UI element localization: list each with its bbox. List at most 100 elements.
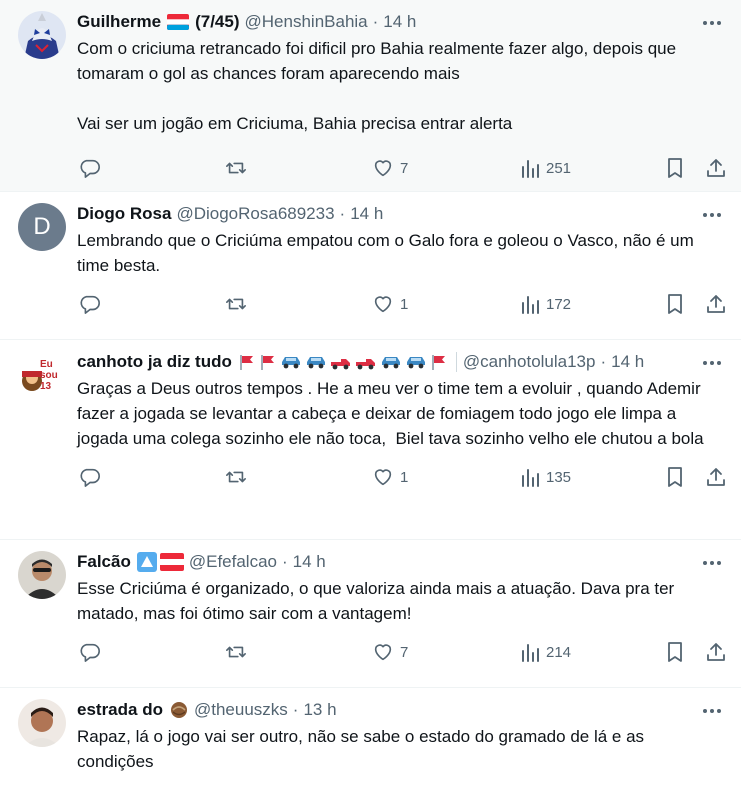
more-options-icon[interactable] bbox=[701, 204, 723, 226]
timestamp[interactable]: 14 h bbox=[350, 202, 383, 226]
flag-emoji bbox=[167, 14, 190, 30]
share-button[interactable] bbox=[705, 641, 727, 663]
views-button[interactable]: 214 bbox=[520, 641, 571, 663]
blue-car-icon bbox=[406, 357, 425, 369]
views-count: 251 bbox=[546, 159, 572, 177]
display-name[interactable]: estrada do bbox=[77, 698, 163, 722]
display-name[interactable]: Guilherme bbox=[77, 10, 161, 34]
coconut-icon bbox=[169, 700, 189, 720]
red-truck-icon bbox=[355, 359, 375, 370]
views-count: 135 bbox=[546, 468, 572, 486]
action-bar: 1 172 bbox=[79, 278, 725, 330]
bookmark-button[interactable] bbox=[665, 157, 685, 179]
more-options-icon[interactable] bbox=[701, 12, 723, 34]
handle[interactable]: @HenshinBahia bbox=[245, 10, 368, 34]
tweet[interactable]: Falcão @Efefalcao · 14 h Esse Criciúma é… bbox=[0, 540, 741, 688]
like-button[interactable]: 1 bbox=[372, 293, 408, 315]
reply-icon bbox=[80, 295, 100, 314]
retweet-button[interactable] bbox=[224, 641, 248, 663]
timestamp[interactable]: 14 h bbox=[383, 10, 416, 34]
name-emojis bbox=[238, 353, 448, 371]
tweet[interactable]: estrada do @theuuszks · 13 h Rapaz, lá o… bbox=[0, 688, 741, 788]
separator: · bbox=[600, 352, 607, 371]
avatar-letter: D bbox=[33, 213, 51, 240]
reply-icon bbox=[80, 643, 100, 662]
tweet-header: Diogo Rosa @DiogoRosa689233 · 14 h bbox=[77, 202, 725, 226]
bookmark-icon bbox=[668, 467, 682, 487]
share-button[interactable] bbox=[705, 157, 727, 179]
action-bar: 1 135 bbox=[79, 451, 725, 503]
separator: · bbox=[372, 12, 379, 31]
tweet-text: Rapaz, lá o jogo vai ser outro, não se s… bbox=[77, 727, 649, 771]
avatar[interactable]: Eu sou 13 bbox=[18, 351, 66, 399]
blue-triangle-icon bbox=[136, 552, 157, 572]
share-button[interactable] bbox=[705, 293, 727, 315]
like-button[interactable]: 1 bbox=[372, 466, 408, 488]
display-name[interactable]: Falcão bbox=[77, 550, 131, 574]
display-name[interactable]: Diogo Rosa bbox=[77, 202, 171, 226]
tweet-text: Graças a Deus outros tempos . He a meu v… bbox=[77, 379, 706, 448]
bookmark-button[interactable] bbox=[665, 641, 685, 663]
separator: · bbox=[339, 204, 346, 223]
red-flag-icon bbox=[261, 355, 274, 370]
tweet[interactable]: Eu sou 13 canhoto ja diz tudo @canhotolu… bbox=[0, 340, 741, 540]
retweet-icon bbox=[226, 298, 246, 310]
like-button[interactable]: 7 bbox=[372, 641, 408, 663]
timestamp[interactable]: 14 h bbox=[611, 350, 644, 374]
avatar[interactable] bbox=[18, 11, 66, 59]
avatar[interactable] bbox=[18, 699, 66, 747]
retweet-button[interactable] bbox=[224, 293, 248, 315]
reply-button[interactable] bbox=[79, 157, 101, 179]
red-flag-icon bbox=[240, 355, 253, 370]
bookmark-icon bbox=[668, 642, 682, 662]
timestamp[interactable]: 13 h bbox=[303, 698, 336, 722]
reply-icon bbox=[80, 468, 100, 487]
more-options-icon[interactable] bbox=[701, 552, 723, 574]
avatar-text: Eu sou 13 bbox=[40, 359, 58, 392]
like-count: 7 bbox=[400, 643, 409, 661]
name-emojis bbox=[136, 552, 184, 572]
avatar[interactable]: D bbox=[18, 203, 66, 251]
avatar[interactable] bbox=[18, 551, 66, 599]
views-count: 214 bbox=[546, 643, 572, 661]
handle[interactable]: @theuuszks bbox=[194, 698, 288, 722]
views-icon bbox=[522, 296, 539, 314]
views-button[interactable]: 135 bbox=[520, 466, 571, 488]
heart-icon bbox=[374, 296, 392, 313]
retweet-icon bbox=[226, 471, 246, 483]
retweet-button[interactable] bbox=[224, 157, 248, 179]
display-name-suffix: (7/45) bbox=[195, 12, 240, 31]
reply-button[interactable] bbox=[79, 641, 101, 663]
views-button[interactable]: 251 bbox=[520, 157, 571, 179]
share-button[interactable] bbox=[705, 466, 727, 488]
tweet[interactable]: Guilherme (7/45) @HenshinBahia · 14 h Co… bbox=[0, 0, 741, 192]
retweet-button[interactable] bbox=[224, 466, 248, 488]
share-icon bbox=[707, 159, 725, 177]
like-button[interactable]: 7 bbox=[372, 157, 408, 179]
bookmark-button[interactable] bbox=[665, 466, 685, 488]
tweet-text: Com o criciuma retrancado foi dificil pr… bbox=[77, 39, 677, 133]
retweet-icon bbox=[226, 162, 246, 174]
tweet-text: Esse Criciúma é organizado, o que valori… bbox=[77, 579, 679, 623]
like-count: 1 bbox=[400, 295, 409, 313]
bookmark-button[interactable] bbox=[665, 293, 685, 315]
handle[interactable]: @DiogoRosa689233 bbox=[176, 202, 334, 226]
reply-feed: Guilherme (7/45) @HenshinBahia · 14 h Co… bbox=[0, 0, 741, 788]
blue-car-icon bbox=[281, 357, 300, 369]
timestamp[interactable]: 14 h bbox=[293, 550, 326, 574]
reply-button[interactable] bbox=[79, 466, 101, 488]
handle[interactable]: @Efefalcao bbox=[189, 550, 277, 574]
divider bbox=[455, 352, 457, 372]
heart-icon bbox=[374, 644, 392, 661]
share-icon bbox=[707, 468, 725, 486]
more-options-icon[interactable] bbox=[701, 700, 723, 722]
tweet-header: estrada do @theuuszks · 13 h bbox=[77, 698, 725, 722]
reply-icon bbox=[80, 159, 100, 178]
handle[interactable]: @canhotolula13p bbox=[463, 350, 596, 374]
tweet[interactable]: D Diogo Rosa @DiogoRosa689233 · 14 h Lem… bbox=[0, 192, 741, 340]
reply-button[interactable] bbox=[79, 293, 101, 315]
tweet-header: Falcão @Efefalcao · 14 h bbox=[77, 550, 725, 574]
display-name[interactable]: canhoto ja diz tudo bbox=[77, 350, 232, 374]
more-options-icon[interactable] bbox=[701, 352, 723, 374]
views-button[interactable]: 172 bbox=[520, 293, 571, 315]
